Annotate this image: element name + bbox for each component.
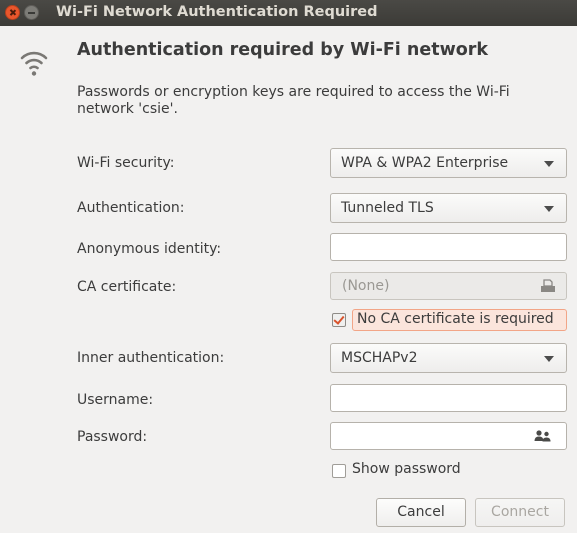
close-icon[interactable]	[5, 5, 20, 20]
inner-authentication-label: Inner authentication:	[77, 350, 225, 366]
anonymous-identity-input[interactable]	[330, 233, 567, 261]
authentication-value: Tunneled TLS	[341, 200, 434, 216]
wifi-security-value: WPA & WPA2 Enterprise	[341, 155, 509, 171]
username-label: Username:	[77, 392, 154, 408]
chevron-down-icon	[544, 161, 554, 167]
authentication-label: Authentication:	[77, 200, 185, 216]
file-chooser-icon	[541, 279, 555, 292]
authentication-combo[interactable]: Tunneled TLS	[330, 193, 567, 223]
ca-certificate-label: CA certificate:	[77, 279, 177, 295]
wifi-signal-icon	[20, 51, 48, 76]
wifi-security-combo[interactable]: WPA & WPA2 Enterprise	[330, 148, 567, 178]
dialog-heading: Authentication required by Wi-Fi network	[77, 40, 489, 60]
no-ca-required-checkbox[interactable]	[332, 313, 346, 327]
wifi-security-label: Wi-Fi security:	[77, 155, 175, 171]
show-password-checkbox[interactable]	[332, 464, 346, 478]
inner-authentication-value: MSCHAPv2	[341, 350, 418, 366]
dialog-description: Passwords or encryption keys are require…	[77, 84, 510, 117]
chevron-down-icon	[544, 206, 554, 212]
window-titlebar[interactable]: Wi-Fi Network Authentication Required	[0, 0, 577, 26]
cancel-button[interactable]: Cancel	[376, 498, 466, 527]
username-input[interactable]	[330, 384, 567, 412]
show-password-label: Show password	[352, 461, 461, 477]
no-ca-required-row[interactable]: No CA certificate is required	[330, 309, 567, 333]
ca-certificate-chooser[interactable]: (None)	[330, 272, 567, 300]
show-password-row[interactable]: Show password	[330, 460, 530, 484]
no-ca-required-label: No CA certificate is required	[357, 311, 554, 327]
password-label: Password:	[77, 429, 148, 445]
people-icon[interactable]	[534, 430, 552, 442]
window-title: Wi-Fi Network Authentication Required	[56, 4, 378, 20]
minimize-icon[interactable]	[24, 5, 39, 20]
anonymous-identity-label: Anonymous identity:	[77, 241, 222, 257]
connect-button[interactable]: Connect	[475, 498, 565, 527]
password-input[interactable]	[330, 422, 567, 450]
chevron-down-icon	[544, 356, 554, 362]
inner-authentication-combo[interactable]: MSCHAPv2	[330, 343, 567, 373]
no-ca-required-label-box[interactable]: No CA certificate is required	[352, 309, 567, 331]
ca-certificate-value: (None)	[342, 278, 390, 294]
